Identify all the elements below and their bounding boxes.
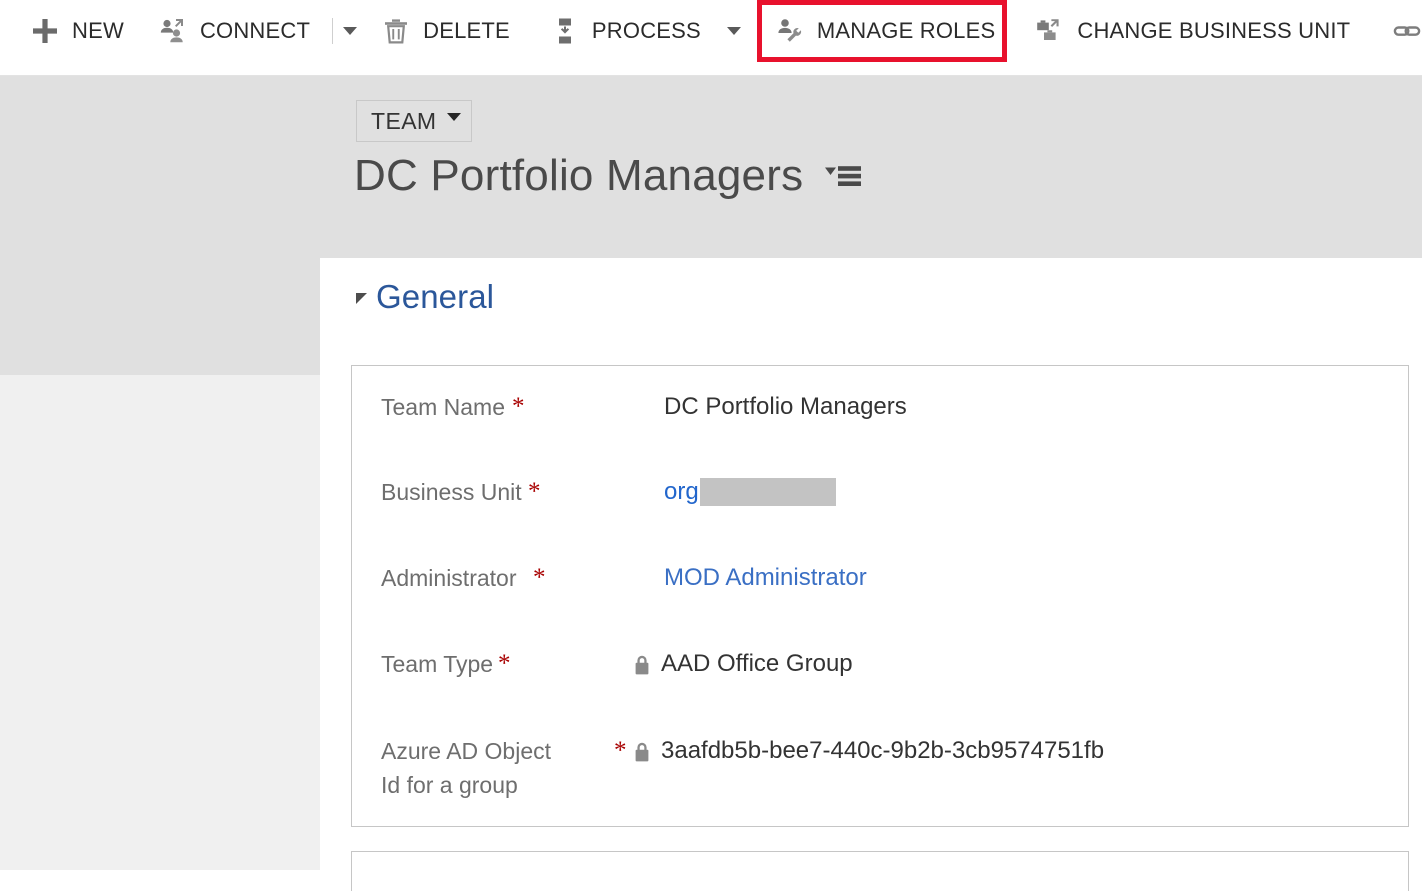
form-panel: General Team Name * DC Portfolio Manager…	[320, 258, 1422, 891]
connect-dropdown-caret[interactable]	[335, 0, 365, 62]
business-unit-value[interactable]: org	[664, 477, 836, 507]
left-rail-upper	[0, 76, 320, 375]
team-name-text: DC Portfolio Managers	[664, 393, 907, 420]
business-unit-label: Business Unit	[381, 479, 522, 505]
connect-button-label: CONNECT	[199, 18, 311, 43]
process-dropdown-caret[interactable]	[719, 0, 749, 62]
chevron-down-icon	[343, 27, 358, 35]
plus-icon	[30, 16, 60, 46]
required-indicator: *	[512, 393, 525, 420]
change-business-unit-button-label: CHANGE BUSINESS UNIT	[1077, 18, 1351, 43]
record-set-menu-icon[interactable]	[825, 161, 862, 191]
command-bar: NEW CONNECT DELETE PROCESS MANAGE ROLES …	[0, 0, 1422, 76]
briefcase-swap-icon	[1035, 16, 1065, 46]
entity-type-selector[interactable]: TEAM	[356, 100, 472, 142]
delete-button[interactable]: DELETE	[381, 0, 526, 62]
lock-icon	[633, 741, 651, 763]
process-button[interactable]: PROCESS	[550, 0, 717, 62]
administrator-text: MOD Administrator	[664, 564, 867, 591]
manage-roles-button-label: MANAGE ROLES	[816, 18, 996, 43]
connect-people-icon	[158, 16, 188, 46]
page-title: DC Portfolio Managers	[354, 151, 862, 200]
command-bar-separator	[332, 18, 334, 44]
process-button-label: PROCESS	[591, 18, 701, 43]
record-title-text: DC Portfolio Managers	[354, 151, 804, 200]
process-icon	[550, 16, 580, 46]
section-title-label: General	[376, 278, 495, 315]
redaction-block	[699, 478, 836, 506]
administrator-value[interactable]: MOD Administrator	[664, 563, 867, 593]
trash-icon	[381, 16, 411, 46]
manage-roles-button[interactable]: MANAGE ROLES	[775, 0, 1011, 62]
azure-ad-object-id-value: 3aafdb5b-bee7-440c-9b2b-3cb9574751fb	[633, 734, 1104, 768]
new-button-label: NEW	[72, 18, 124, 43]
lock-icon	[633, 654, 651, 676]
chevron-down-icon	[726, 27, 741, 35]
team-type-label: Team Type	[381, 651, 494, 677]
azure-ad-object-id-label: Azure AD Object Id for a group	[381, 738, 552, 798]
app-root: NEW CONNECT DELETE PROCESS MANAGE ROLES …	[0, 0, 1422, 891]
person-wrench-icon	[775, 16, 805, 46]
chevron-down-icon	[446, 113, 461, 121]
administrator-label: Administrator	[381, 565, 517, 591]
general-section-header[interactable]: General	[356, 280, 494, 313]
team-name-value: DC Portfolio Managers	[664, 392, 907, 422]
business-unit-text: org	[664, 478, 699, 505]
team-name-label: Team Name	[381, 394, 505, 420]
collapse-triangle-icon	[356, 293, 367, 304]
required-indicator: *	[528, 478, 541, 505]
entity-type-label: TEAM	[371, 107, 437, 134]
command-bar-buttons: NEW CONNECT DELETE PROCESS MANAGE ROLES …	[30, 0, 1422, 62]
new-button[interactable]: NEW	[30, 0, 140, 62]
azure-ad-object-id-text: 3aafdb5b-bee7-440c-9b2b-3cb9574751fb	[661, 737, 1105, 764]
delete-button-label: DELETE	[423, 18, 510, 43]
change-business-unit-button[interactable]: CHANGE BUSINESS UNIT	[1035, 0, 1366, 62]
required-indicator: *	[614, 737, 627, 764]
next-section-box	[351, 851, 1409, 891]
general-section-box: Team Name * DC Portfolio Managers Busine…	[351, 365, 1409, 827]
team-type-value: AAD Office Group	[633, 649, 853, 679]
connect-button[interactable]: CONNECT	[158, 0, 326, 62]
left-rail-lower	[0, 375, 320, 870]
required-indicator: *	[533, 564, 546, 591]
required-indicator: *	[498, 650, 511, 677]
team-type-text: AAD Office Group	[661, 650, 853, 677]
chain-link-icon	[1392, 16, 1422, 46]
link-button[interactable]	[1392, 0, 1422, 62]
page-body: TEAM DC Portfolio Managers General Team …	[0, 76, 1422, 891]
